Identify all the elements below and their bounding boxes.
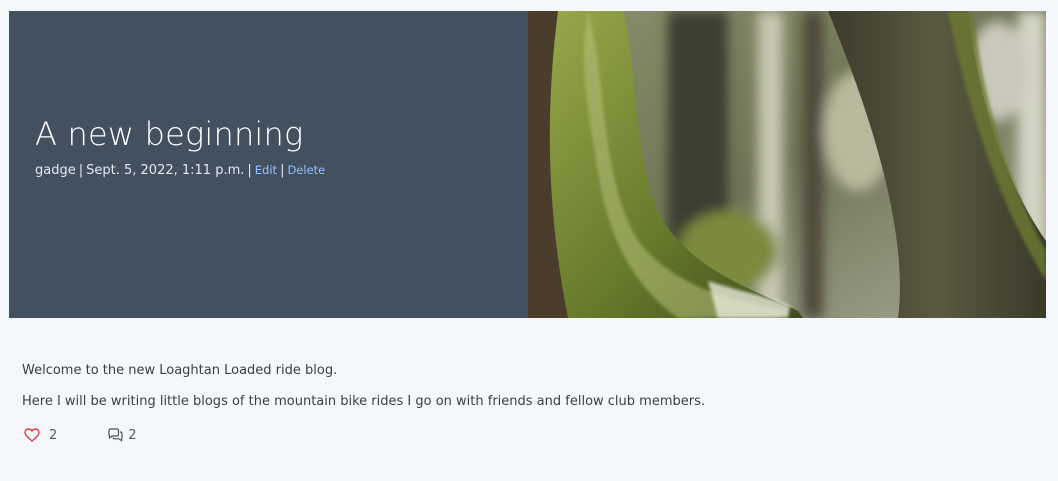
post-actions: 2 2 — [24, 424, 137, 446]
post-featured-image — [528, 11, 1046, 318]
delete-link[interactable]: Delete — [287, 163, 325, 177]
post-header: A new beginning gadge | Sept. 5, 2022, 1:1… — [9, 11, 1046, 318]
post-paragraph: Here I will be writing little blogs of t… — [22, 394, 705, 409]
like-button[interactable]: 2 — [24, 428, 57, 443]
edit-link[interactable]: Edit — [255, 163, 277, 177]
post-header-panel: A new beginning gadge | Sept. 5, 2022, 1:1… — [9, 11, 528, 318]
comments-icon — [107, 428, 124, 442]
meta-separator: | — [247, 163, 252, 178]
like-count: 2 — [49, 427, 58, 443]
meta-separator: | — [280, 163, 285, 178]
comment-count: 2 — [128, 427, 137, 443]
heart-icon — [24, 428, 40, 442]
mossy-tree-photo — [528, 11, 1046, 318]
post-detail-page: A new beginning gadge | Sept. 5, 2022, 1:1… — [0, 0, 1058, 481]
post-date: Sept. 5, 2022, 1:11 p.m. — [86, 163, 245, 178]
post-paragraph: Welcome to the new Loaghtan Loaded ride … — [22, 363, 338, 378]
post-title: A new beginning — [35, 115, 304, 153]
comments-button[interactable]: 2 — [107, 427, 137, 443]
post-author: gadge — [35, 163, 76, 178]
meta-separator: | — [78, 163, 84, 178]
post-body: Welcome to the new Loaghtan Loaded ride … — [22, 360, 705, 413]
post-meta: gadge | Sept. 5, 2022, 1:11 p.m. | Edit | Dele… — [35, 161, 325, 180]
